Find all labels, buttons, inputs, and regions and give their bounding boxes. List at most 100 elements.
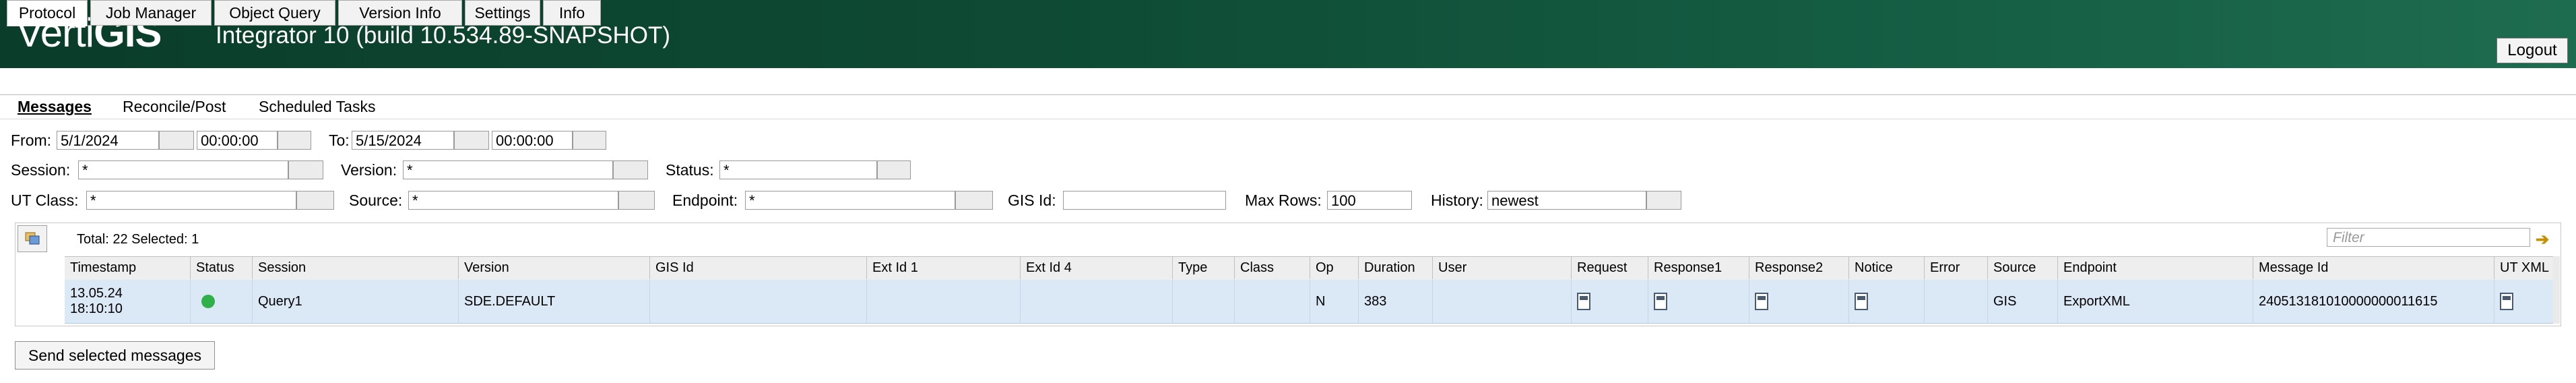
to-date-picker[interactable] <box>454 131 489 150</box>
maxrows-label: Max Rows: <box>1245 192 1322 209</box>
notice-document-icon[interactable] <box>1855 293 1868 310</box>
history-select[interactable]: newest <box>1487 191 1646 210</box>
cell-version: SDE.DEFAULT <box>458 280 649 323</box>
col-status[interactable]: Status <box>190 256 252 279</box>
total-selected-text: Total: 22 Selected: 1 <box>77 232 199 247</box>
col-op[interactable]: Op <box>1310 256 1358 279</box>
cell-request <box>1571 280 1648 323</box>
col-timestamp[interactable]: Timestamp <box>65 256 190 279</box>
to-date-input[interactable]: 5/15/2024 <box>352 131 454 150</box>
col-error[interactable]: Error <box>1924 256 1987 279</box>
subtab-reconcile-post[interactable]: Reconcile/Post <box>123 98 226 116</box>
cell-error <box>1924 280 1987 323</box>
status-ok-icon <box>201 295 215 308</box>
status-input[interactable]: * <box>719 160 877 179</box>
endpoint-input[interactable]: * <box>745 191 955 210</box>
status-label: Status: <box>666 161 714 179</box>
utclass-input[interactable]: * <box>86 191 296 210</box>
timestamp-time: 18:10:10 <box>70 301 123 316</box>
col-notice[interactable]: Notice <box>1848 256 1924 279</box>
utclass-dropdown[interactable] <box>296 191 334 210</box>
from-label: From: <box>11 131 52 149</box>
request-document-icon[interactable] <box>1577 293 1590 310</box>
session-input[interactable]: * <box>78 160 288 179</box>
refresh-button[interactable] <box>18 225 47 252</box>
history-label: History: <box>1431 192 1483 209</box>
col-source[interactable]: Source <box>1987 256 2057 279</box>
tab-version-info[interactable]: Version Info <box>338 0 462 26</box>
response1-document-icon[interactable] <box>1654 293 1667 310</box>
tab-settings[interactable]: Settings <box>465 0 540 26</box>
col-gis-id[interactable]: GIS Id <box>649 256 866 279</box>
col-message-id[interactable]: Message Id <box>2253 256 2494 279</box>
tab-divider <box>0 94 2576 95</box>
col-duration[interactable]: Duration <box>1358 256 1432 279</box>
cell-ut-xml <box>2494 280 2553 323</box>
to-time-picker[interactable] <box>573 131 606 150</box>
to-time-input[interactable]: 00:00:00 <box>492 131 573 150</box>
tab-info[interactable]: Info <box>543 0 601 26</box>
tab-job-manager[interactable]: Job Manager <box>90 0 212 26</box>
from-date-input[interactable]: 5/1/2024 <box>57 131 159 150</box>
col-response1[interactable]: Response1 <box>1648 256 1749 279</box>
col-response2[interactable]: Response2 <box>1749 256 1848 279</box>
utclass-label: UT Class: <box>11 192 79 209</box>
col-ext-id-4[interactable]: Ext Id 4 <box>1020 256 1172 279</box>
app-title: Integrator 10 (build 10.534.89-SNAPSHOT) <box>216 22 671 49</box>
col-type[interactable]: Type <box>1172 256 1234 279</box>
cell-ext-id-1 <box>866 280 1020 323</box>
cell-op: N <box>1310 280 1358 323</box>
ut-xml-document-icon[interactable] <box>2500 293 2513 310</box>
from-time-picker[interactable] <box>278 131 311 150</box>
refresh-icon <box>25 232 40 245</box>
endpoint-label: Endpoint: <box>672 192 738 209</box>
col-class[interactable]: Class <box>1234 256 1310 279</box>
timestamp-date: 13.05.24 <box>70 286 123 301</box>
logout-button[interactable]: Logout <box>2497 38 2568 63</box>
maxrows-input[interactable]: 100 <box>1327 191 1412 210</box>
cell-type <box>1172 280 1234 323</box>
send-selected-messages-button[interactable]: Send selected messages <box>15 341 215 370</box>
cell-response2 <box>1749 280 1848 323</box>
session-dropdown[interactable] <box>288 160 323 179</box>
cell-user <box>1432 280 1571 323</box>
tab-protocol[interactable]: Protocol <box>7 0 88 26</box>
col-request[interactable]: Request <box>1571 256 1648 279</box>
col-version[interactable]: Version <box>458 256 649 279</box>
cell-class <box>1234 280 1310 323</box>
col-session[interactable]: Session <box>252 256 458 279</box>
apply-filter-icon[interactable]: ➔ <box>2536 230 2549 249</box>
source-input[interactable]: * <box>408 191 618 210</box>
status-dropdown[interactable] <box>877 160 911 179</box>
source-label: Source: <box>349 192 403 209</box>
version-dropdown[interactable] <box>613 160 648 179</box>
subtab-scheduled-tasks[interactable]: Scheduled Tasks <box>259 98 375 116</box>
response2-document-icon[interactable] <box>1755 293 1768 310</box>
cell-notice <box>1848 280 1924 323</box>
version-input[interactable]: * <box>403 160 613 179</box>
col-user[interactable]: User <box>1432 256 1571 279</box>
col-ext-id-1[interactable]: Ext Id 1 <box>866 256 1020 279</box>
source-dropdown[interactable] <box>618 191 655 210</box>
cell-ext-id-4 <box>1020 280 1172 323</box>
cell-response1 <box>1648 280 1749 323</box>
grid-scrollbar[interactable] <box>2553 256 2560 324</box>
gisid-input[interactable] <box>1063 191 1226 210</box>
cell-status <box>190 280 252 323</box>
from-date-picker[interactable] <box>159 131 194 150</box>
cell-duration: 383 <box>1358 280 1432 323</box>
cell-session: Query1 <box>252 280 458 323</box>
tab-object-query[interactable]: Object Query <box>214 0 335 26</box>
cell-message-id: 240513181010000000011615 <box>2253 280 2494 323</box>
col-ut-xml[interactable]: UT XML <box>2494 256 2553 279</box>
cell-gis-id <box>649 280 866 323</box>
from-time-input[interactable]: 00:00:00 <box>197 131 278 150</box>
history-dropdown[interactable] <box>1646 191 1681 210</box>
subtab-messages[interactable]: Messages <box>18 98 92 116</box>
cell-source: GIS <box>1987 280 2057 323</box>
grid-filter-input[interactable]: Filter <box>2327 228 2530 247</box>
endpoint-dropdown[interactable] <box>955 191 993 210</box>
col-endpoint[interactable]: Endpoint <box>2057 256 2253 279</box>
version-label: Version: <box>341 161 397 179</box>
cell-timestamp: 13.05.24 18:10:10 <box>65 280 190 323</box>
